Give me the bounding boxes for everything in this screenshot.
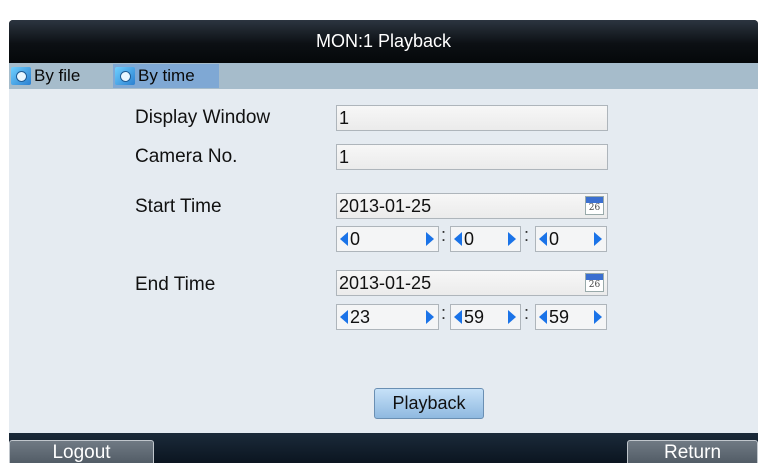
start-minute-value: 0: [464, 228, 475, 249]
end-date-field[interactable]: 2013-01-25 26: [336, 270, 608, 296]
search-icon: [11, 67, 31, 85]
time-separator: :: [524, 303, 530, 323]
decrement-arrow-icon[interactable]: [539, 310, 547, 324]
start-hour-stepper[interactable]: 0: [336, 226, 439, 252]
increment-arrow-icon[interactable]: [594, 232, 602, 246]
increment-arrow-icon[interactable]: [508, 310, 516, 324]
calendar-day: 26: [588, 280, 601, 290]
camera-no-label: Camera No.: [135, 146, 238, 167]
return-button[interactable]: Return: [627, 440, 758, 463]
start-minute-stepper[interactable]: 0: [450, 226, 521, 252]
end-date-value: 2013-01-25: [339, 273, 432, 293]
end-second-stepper[interactable]: 59: [535, 304, 607, 330]
tab-label: By file: [34, 66, 81, 85]
increment-arrow-icon[interactable]: [426, 310, 434, 324]
tab-by-time[interactable]: By time: [113, 64, 219, 88]
time-separator: :: [441, 303, 447, 323]
tab-by-file[interactable]: By file: [9, 64, 113, 88]
decrement-arrow-icon[interactable]: [454, 310, 462, 324]
camera-no-field[interactable]: 1: [336, 144, 608, 170]
bottom-bar: Logout Return: [9, 433, 758, 463]
search-icon: [115, 67, 135, 85]
start-second-stepper[interactable]: 0: [535, 226, 607, 252]
end-minute-stepper[interactable]: 59: [450, 304, 521, 330]
start-date-value: 2013-01-25: [339, 196, 432, 216]
end-hour-value: 23: [350, 306, 371, 327]
title-bar: MON:1 Playback: [9, 20, 758, 63]
increment-arrow-icon[interactable]: [508, 232, 516, 246]
playback-window: MON:1 Playback By file By time Display W…: [9, 20, 758, 463]
display-window-field[interactable]: 1: [336, 105, 608, 131]
end-hour-stepper[interactable]: 23: [336, 304, 439, 330]
increment-arrow-icon[interactable]: [426, 232, 434, 246]
decrement-arrow-icon[interactable]: [340, 232, 348, 246]
logout-button[interactable]: Logout: [9, 440, 154, 463]
start-second-value: 0: [549, 228, 560, 249]
increment-arrow-icon[interactable]: [594, 310, 602, 324]
start-time-label: Start Time: [135, 196, 222, 217]
time-separator: :: [441, 225, 447, 245]
calendar-day: 26: [588, 203, 601, 213]
decrement-arrow-icon[interactable]: [454, 232, 462, 246]
calendar-icon[interactable]: 26: [585, 196, 604, 215]
end-minute-value: 59: [464, 306, 485, 327]
window-title: MON:1 Playback: [315, 31, 452, 51]
start-date-field[interactable]: 2013-01-25 26: [336, 193, 608, 219]
display-window-label: Display Window: [135, 107, 271, 128]
calendar-icon[interactable]: 26: [585, 273, 604, 292]
decrement-arrow-icon[interactable]: [539, 232, 547, 246]
tab-bar: By file By time: [9, 63, 758, 89]
playback-button[interactable]: Playback: [374, 388, 484, 419]
playback-form: Display Window 1 Camera No. 1 Start Time…: [9, 89, 758, 434]
end-second-value: 59: [549, 306, 570, 327]
decrement-arrow-icon[interactable]: [340, 310, 348, 324]
end-time-label: End Time: [135, 274, 216, 295]
start-hour-value: 0: [350, 228, 361, 249]
time-separator: :: [524, 225, 530, 245]
tab-label: By time: [138, 66, 195, 85]
